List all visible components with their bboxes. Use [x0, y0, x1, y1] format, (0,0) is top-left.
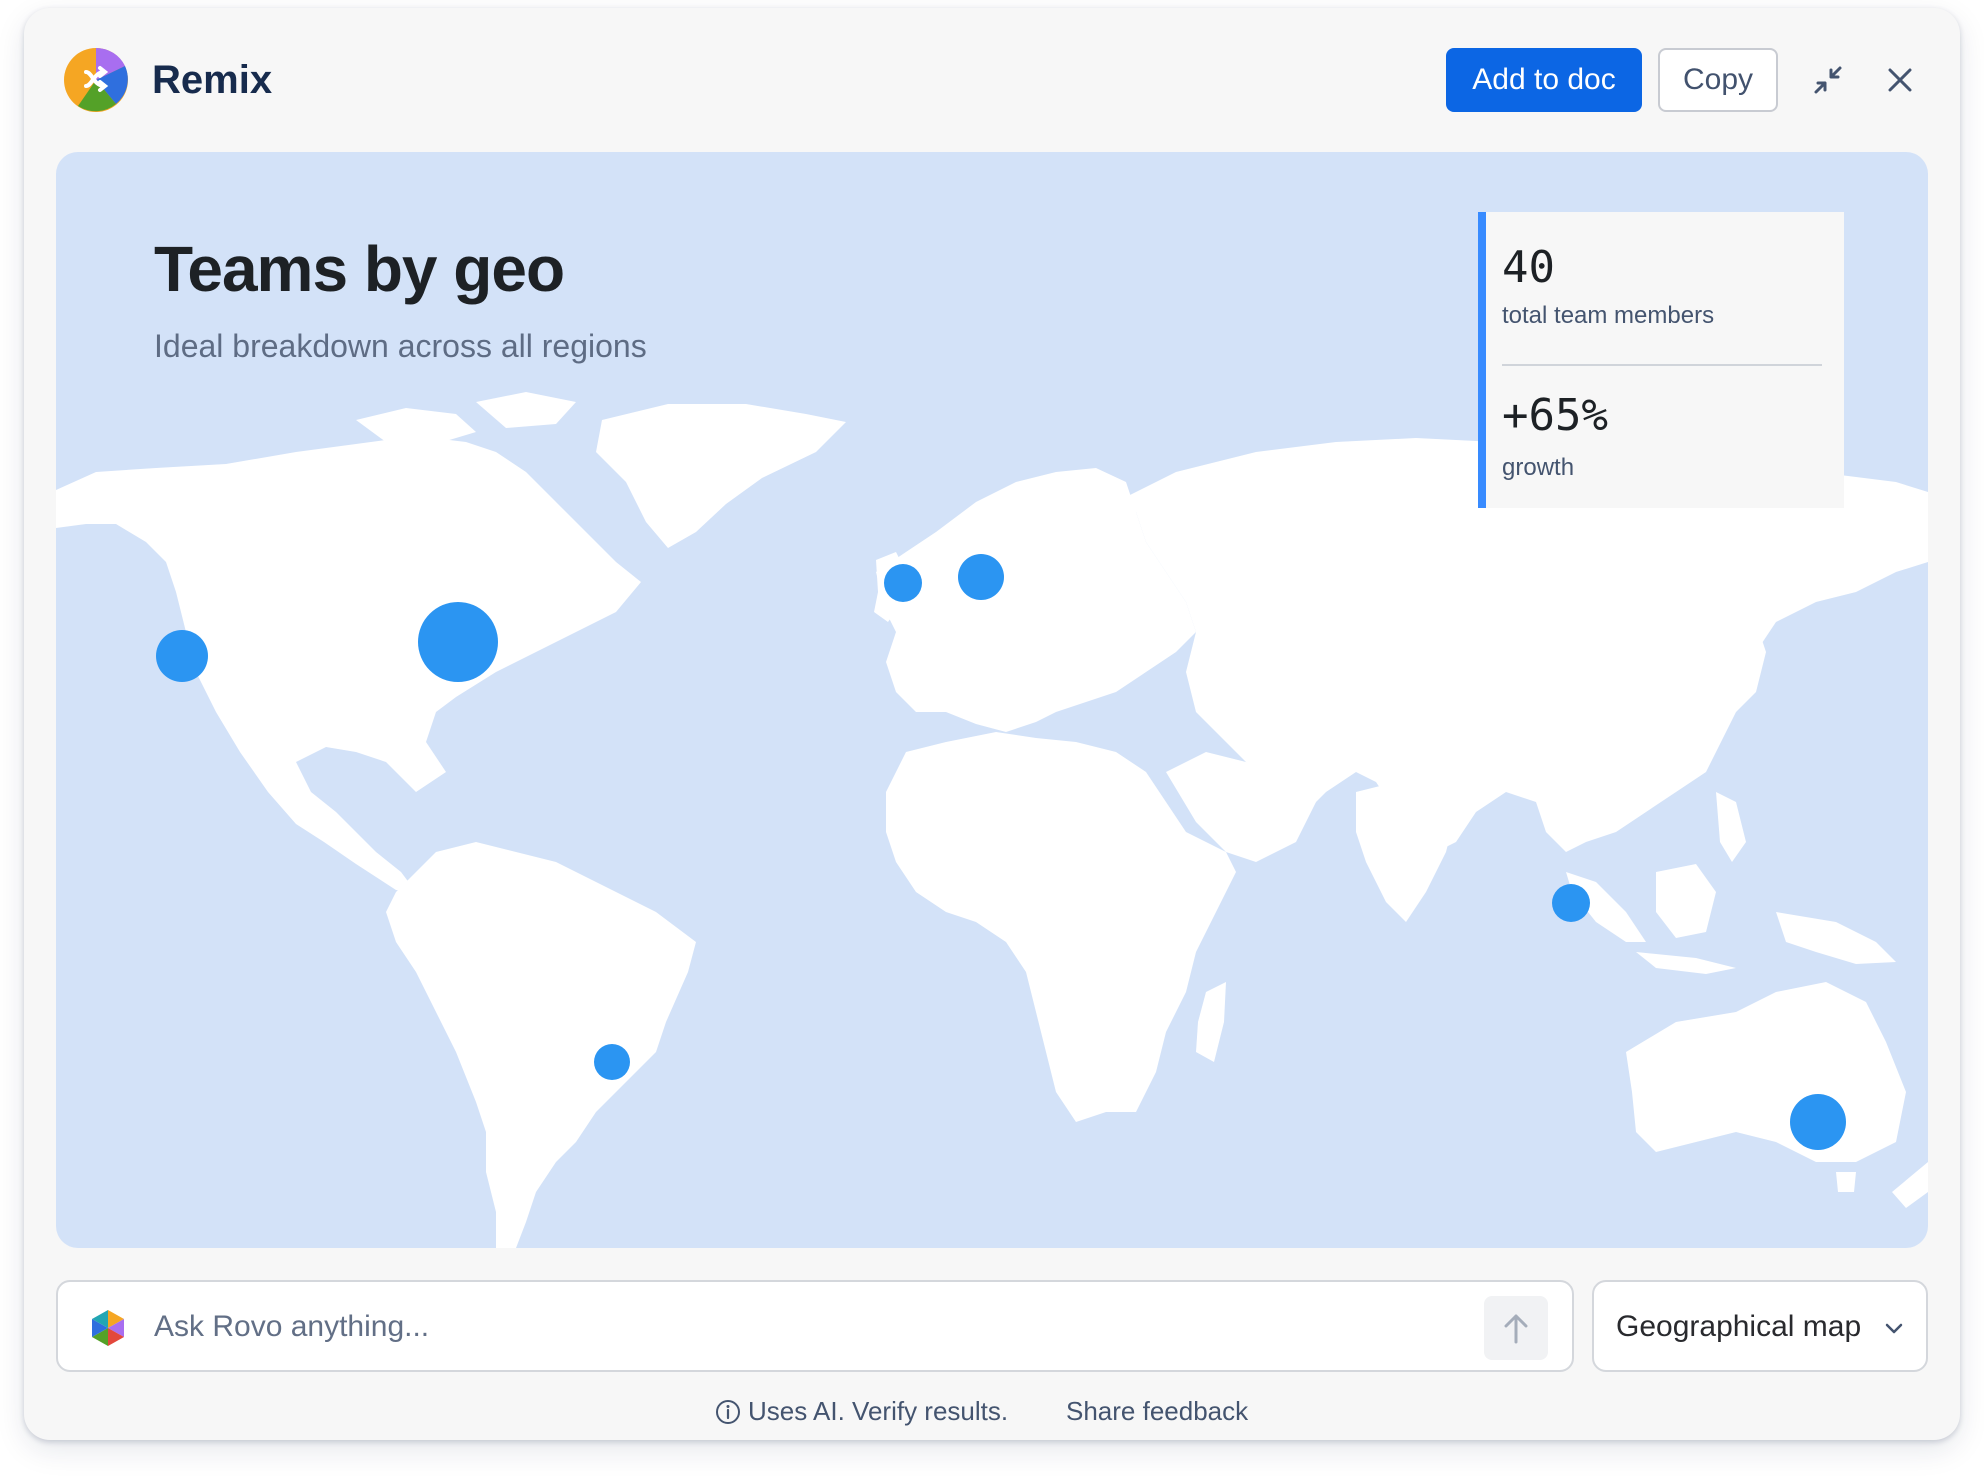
dialog-footer: Uses AI. Verify results. Share feedback: [24, 1392, 1960, 1432]
map-subtitle: Ideal breakdown across all regions: [154, 328, 647, 364]
total-members-value: 40: [1502, 242, 1555, 293]
south-america-shape: [386, 842, 696, 1248]
arrow-up-icon: [1504, 1314, 1528, 1344]
remix-logo-icon: [64, 48, 128, 112]
location-bubble-new-york[interactable]: [418, 602, 498, 682]
location-bubble-berlin[interactable]: [958, 554, 1004, 600]
copy-button[interactable]: Copy: [1658, 48, 1778, 112]
send-button[interactable]: [1484, 1296, 1548, 1360]
location-bubble-san-francisco[interactable]: [156, 630, 208, 682]
info-icon: [716, 1400, 740, 1424]
growth-label: growth: [1502, 454, 1575, 481]
stats-divider: [1502, 364, 1822, 366]
location-bubble-sydney[interactable]: [1790, 1094, 1846, 1150]
land-masses: [56, 392, 1928, 1248]
visualization-type-select[interactable]: Geographical map: [1592, 1280, 1928, 1372]
map-title: Teams by geo: [154, 233, 565, 305]
location-bubble-singapore[interactable]: [1552, 884, 1590, 922]
new-zealand-shape: [1892, 1162, 1928, 1208]
share-feedback-link[interactable]: Share feedback: [1066, 1396, 1248, 1427]
tasmania-shape: [1836, 1172, 1856, 1192]
add-to-doc-button[interactable]: Add to doc: [1446, 48, 1642, 112]
geo-map-card: Teams by geo Ideal breakdown across all …: [56, 152, 1928, 1248]
ask-rovo-box[interactable]: [56, 1280, 1574, 1372]
india-shape: [1356, 782, 1456, 922]
collapse-icon: [1814, 66, 1842, 94]
remix-dialog: Remix Add to doc Copy Teams by geo Ideal…: [24, 8, 1960, 1440]
app-title: Remix: [152, 58, 273, 102]
dialog-header: Remix Add to doc Copy: [24, 8, 1960, 148]
visualization-type-value: Geographical map: [1616, 1310, 1862, 1343]
chevron-down-icon: [1885, 1323, 1903, 1334]
north-america-shape: [56, 436, 641, 892]
arctic-islands-shape: [356, 408, 476, 444]
ask-rovo-input[interactable]: [152, 1300, 1406, 1354]
greenland-shape: [596, 404, 846, 548]
close-button[interactable]: [1876, 56, 1924, 104]
growth-value: +65%: [1502, 390, 1608, 441]
arctic-islands-2-shape: [476, 392, 576, 428]
close-icon: [1888, 68, 1912, 92]
ai-disclaimer: Uses AI. Verify results.: [748, 1396, 1009, 1426]
java-shape: [1636, 952, 1736, 974]
rovo-icon: [92, 1310, 124, 1346]
stats-panel: 40 total team members +65% growth: [1478, 212, 1844, 508]
new-guinea-shape: [1776, 912, 1896, 964]
location-bubble-london[interactable]: [884, 564, 922, 602]
location-bubble-sao-paulo[interactable]: [594, 1044, 630, 1080]
australia-shape: [1626, 982, 1906, 1162]
philippines-shape: [1716, 792, 1746, 862]
madagascar-shape: [1196, 982, 1226, 1062]
borneo-shape: [1656, 864, 1716, 938]
collapse-button[interactable]: [1804, 56, 1852, 104]
total-members-label: total team members: [1502, 302, 1715, 329]
